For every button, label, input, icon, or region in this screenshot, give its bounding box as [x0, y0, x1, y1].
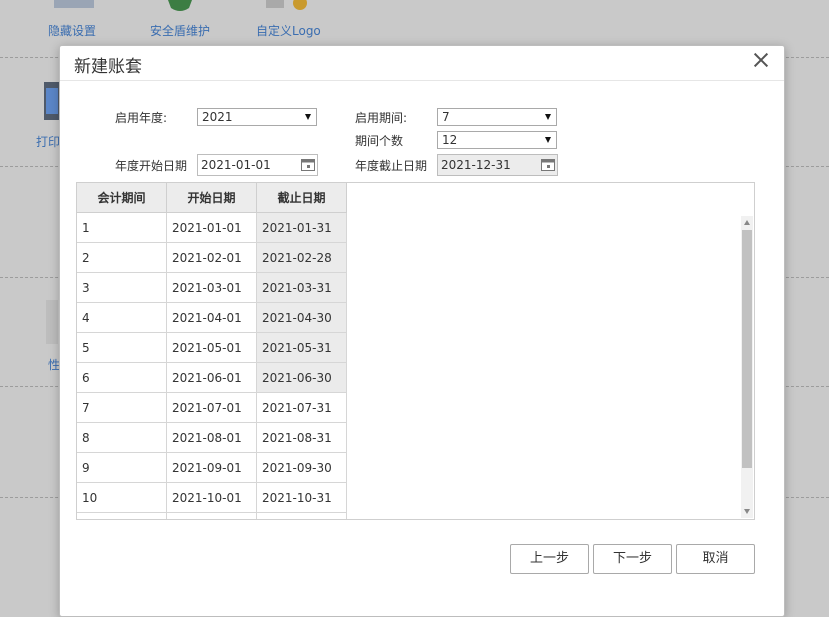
cell-start-date[interactable]: 2021-04-01 [166, 302, 257, 333]
period-table: 会计期间 开始日期 截止日期 1 2021-01-01 2021-01-31 2 20… [76, 182, 755, 520]
table-row[interactable] [77, 512, 347, 519]
column-header-start-date[interactable]: 开始日期 [166, 183, 257, 213]
cell-start-date[interactable]: 2021-06-01 [166, 362, 257, 393]
table-row[interactable]: 10 2021-10-01 2021-10-31 [77, 482, 347, 513]
period-count-label: 期间个数 [355, 134, 404, 148]
start-year-label: 启用年度: [115, 111, 168, 125]
start-period-label: 启用期间: [355, 111, 408, 125]
year-end-label: 年度截止日期 [355, 159, 428, 173]
close-icon[interactable] [752, 51, 770, 69]
cell-period[interactable]: 3 [77, 272, 167, 303]
cell-end-date[interactable]: 2021-03-31 [256, 272, 347, 303]
cell-end-date[interactable]: 2021-04-30 [256, 302, 347, 333]
column-header-end-date[interactable]: 截止日期 [256, 183, 347, 213]
cancel-button[interactable]: 取消 [676, 544, 755, 574]
cell-start-date[interactable]: 2021-01-01 [166, 212, 257, 243]
scroll-down-icon[interactable] [744, 509, 750, 514]
chevron-down-icon [545, 137, 551, 143]
shield-icon [168, 0, 192, 11]
table-row[interactable]: 5 2021-05-01 2021-05-31 [77, 332, 347, 363]
cell-period[interactable]: 6 [77, 362, 167, 393]
year-start-date-field[interactable]: 2021-01-01 [197, 154, 318, 176]
cell-start-date[interactable]: 2021-10-01 [166, 482, 257, 513]
cell-period[interactable]: 8 [77, 422, 167, 453]
calendar-icon[interactable] [541, 158, 555, 171]
table-row[interactable]: 8 2021-08-01 2021-08-31 [77, 422, 347, 453]
table-header-row: 会计期间 开始日期 截止日期 [77, 183, 347, 213]
cell-end-date[interactable]: 2021-02-28 [256, 242, 347, 273]
cell-start-date[interactable]: 2021-03-01 [166, 272, 257, 303]
bg-custom-logo[interactable]: 自定义Logo [256, 22, 321, 39]
table-row[interactable]: 4 2021-04-01 2021-04-30 [77, 302, 347, 333]
bg-print[interactable]: 打印 [36, 133, 60, 150]
start-year-value: 2021 [202, 110, 233, 124]
gear-icon [266, 0, 307, 10]
cell-period[interactable]: 5 [77, 332, 167, 363]
start-period-value: 7 [442, 110, 450, 124]
cell-period[interactable]: 4 [77, 302, 167, 333]
document-icon [46, 300, 58, 344]
cell-end-date[interactable]: 2021-09-30 [256, 452, 347, 483]
dialog-title: 新建账套 [74, 57, 142, 77]
table-row[interactable]: 1 2021-01-01 2021-01-31 [77, 212, 347, 243]
cell-period[interactable]: 1 [77, 212, 167, 243]
period-grid: 会计期间 开始日期 截止日期 1 2021-01-01 2021-01-31 2 20… [77, 183, 347, 519]
cell-start-date[interactable]: 2021-07-01 [166, 392, 257, 423]
cell-end-date[interactable]: 2021-08-31 [256, 422, 347, 453]
cell-period[interactable]: 10 [77, 482, 167, 513]
title-divider [60, 80, 784, 81]
start-year-select[interactable]: 2021 [197, 108, 317, 126]
folder-icon [54, 0, 94, 8]
year-end-date-value: 2021-12-31 [441, 158, 511, 172]
cell-period[interactable]: 7 [77, 392, 167, 423]
cell-start-date[interactable] [166, 512, 257, 519]
table-row[interactable]: 6 2021-06-01 2021-06-30 [77, 362, 347, 393]
start-period-select[interactable]: 7 [437, 108, 557, 126]
table-row[interactable]: 2 2021-02-01 2021-02-28 [77, 242, 347, 273]
scroll-up-icon[interactable] [744, 220, 750, 225]
cell-period[interactable]: 9 [77, 452, 167, 483]
scrollbar-thumb[interactable] [742, 230, 752, 468]
prev-step-button[interactable]: 上一步 [510, 544, 589, 574]
year-start-label: 年度开始日期 [115, 159, 188, 173]
cell-period[interactable] [77, 512, 167, 519]
bg-hidden-settings[interactable]: 隐藏设置 [48, 22, 96, 39]
calendar-icon[interactable] [301, 158, 315, 171]
cell-end-date[interactable]: 2021-01-31 [256, 212, 347, 243]
cell-period[interactable]: 2 [77, 242, 167, 273]
table-row[interactable]: 9 2021-09-01 2021-09-30 [77, 452, 347, 483]
cell-start-date[interactable]: 2021-05-01 [166, 332, 257, 363]
cell-end-date[interactable] [256, 512, 347, 519]
column-header-period[interactable]: 会计期间 [77, 183, 167, 213]
year-start-date-value: 2021-01-01 [201, 158, 271, 172]
cell-start-date[interactable]: 2021-09-01 [166, 452, 257, 483]
cell-end-date[interactable]: 2021-07-31 [256, 392, 347, 423]
chevron-down-icon [305, 114, 311, 120]
new-account-dialog: 新建账套 启用年度: 2021 启用期间: 7 期间个数 12 年度开始日期 2… [59, 45, 785, 617]
cell-end-date[interactable]: 2021-10-31 [256, 482, 347, 513]
next-step-button[interactable]: 下一步 [593, 544, 672, 574]
chevron-down-icon [545, 114, 551, 120]
period-count-value: 12 [442, 133, 458, 147]
vertical-scrollbar[interactable] [741, 216, 753, 518]
period-count-select[interactable]: 12 [437, 131, 557, 149]
bg-shield-maintain[interactable]: 安全盾维护 [150, 22, 210, 39]
table-row[interactable]: 7 2021-07-01 2021-07-31 [77, 392, 347, 423]
cell-start-date[interactable]: 2021-02-01 [166, 242, 257, 273]
cell-end-date[interactable]: 2021-06-30 [256, 362, 347, 393]
year-end-date-field: 2021-12-31 [437, 154, 558, 176]
table-row[interactable]: 3 2021-03-01 2021-03-31 [77, 272, 347, 303]
cell-start-date[interactable]: 2021-08-01 [166, 422, 257, 453]
cell-end-date[interactable]: 2021-05-31 [256, 332, 347, 363]
